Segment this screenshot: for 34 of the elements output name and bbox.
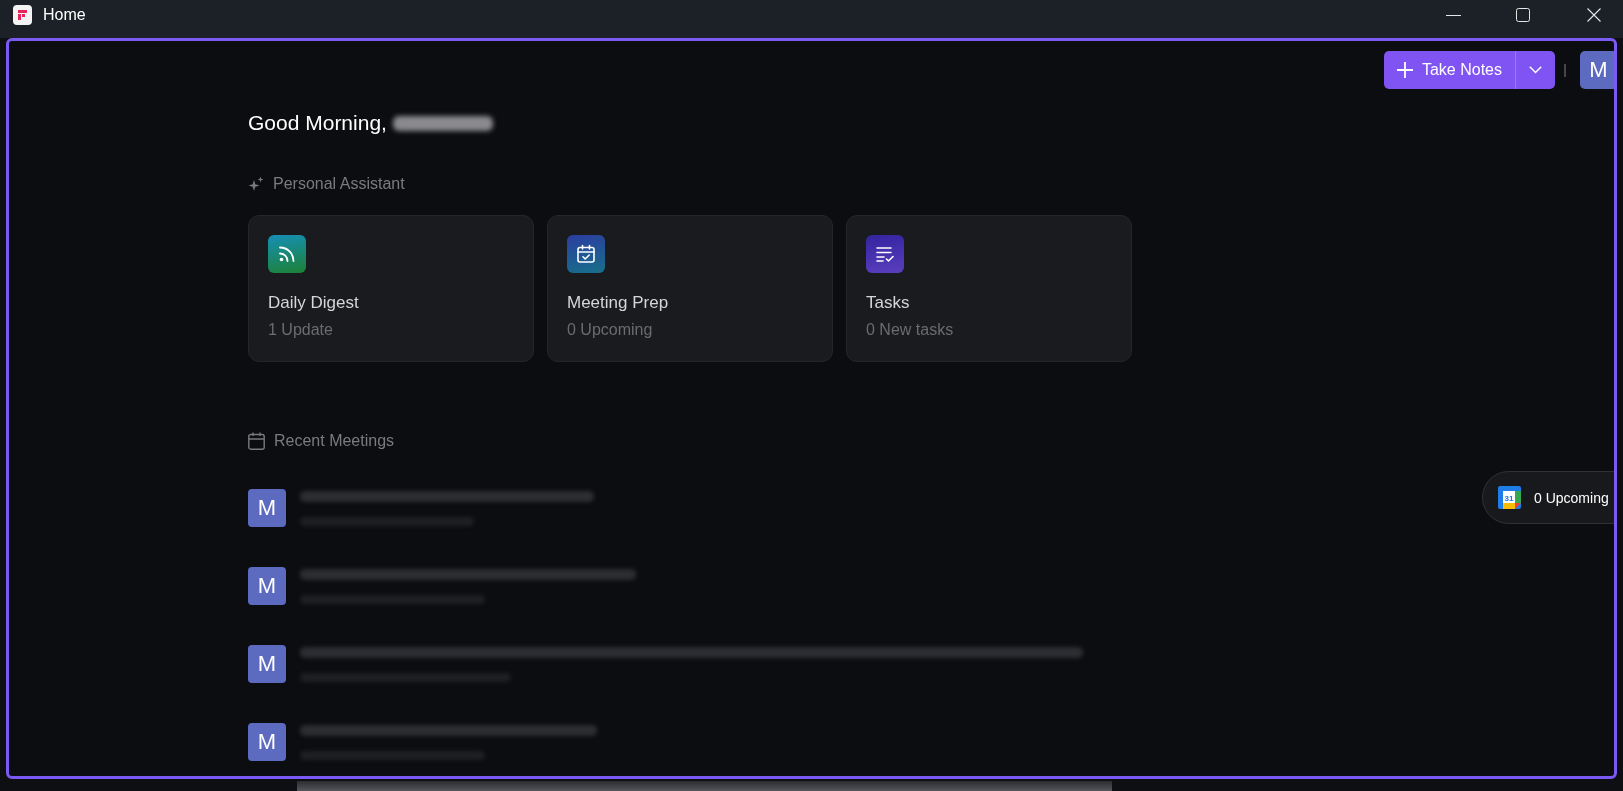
chevron-down-icon [1529,66,1542,74]
scrollbar-thumb[interactable] [297,781,1112,791]
card-subtitle: 0 Upcoming [567,320,653,340]
window-title: Home [43,5,86,25]
greeting-text: Good Morning, [248,110,387,136]
card-title: Meeting Prep [567,292,669,314]
card-subtitle: 0 New tasks [866,320,954,340]
calendar-icon: 31 [1498,486,1521,509]
close-icon [1587,8,1601,22]
assistant-card[interactable]: Meeting Prep 0 Upcoming [547,215,833,362]
minimize-icon [1445,14,1461,16]
app-logo-icon [13,5,32,25]
checklist-icon [866,235,904,273]
plus-icon [1396,62,1413,78]
section-title: Personal Assistant [273,174,405,194]
card-title: Daily Digest [268,292,359,314]
dropdown-button[interactable] [1516,51,1555,89]
card-subtitle: 1 Update [268,320,333,340]
avatar: M [248,645,286,683]
card-title: Tasks [866,292,910,314]
calendar-check-icon [567,235,605,273]
assistant-card[interactable]: Daily Digest 1 Update [248,215,534,362]
avatar: M [248,723,286,761]
assistant-card[interactable]: Tasks 0 New tasks [846,215,1132,362]
take-notes-button[interactable]: Take Notes [1383,51,1516,89]
rss-icon [268,235,306,273]
avatar: M [248,567,286,605]
section-title: Recent Meetings [274,431,395,451]
upcoming-button[interactable]: 31 0 Upcoming [1482,471,1614,524]
sparkle-icon [248,176,264,192]
user-avatar[interactable]: M [1580,51,1614,89]
calendar-icon [248,432,265,450]
maximize-icon [1516,8,1530,22]
avatar: M [248,489,286,527]
